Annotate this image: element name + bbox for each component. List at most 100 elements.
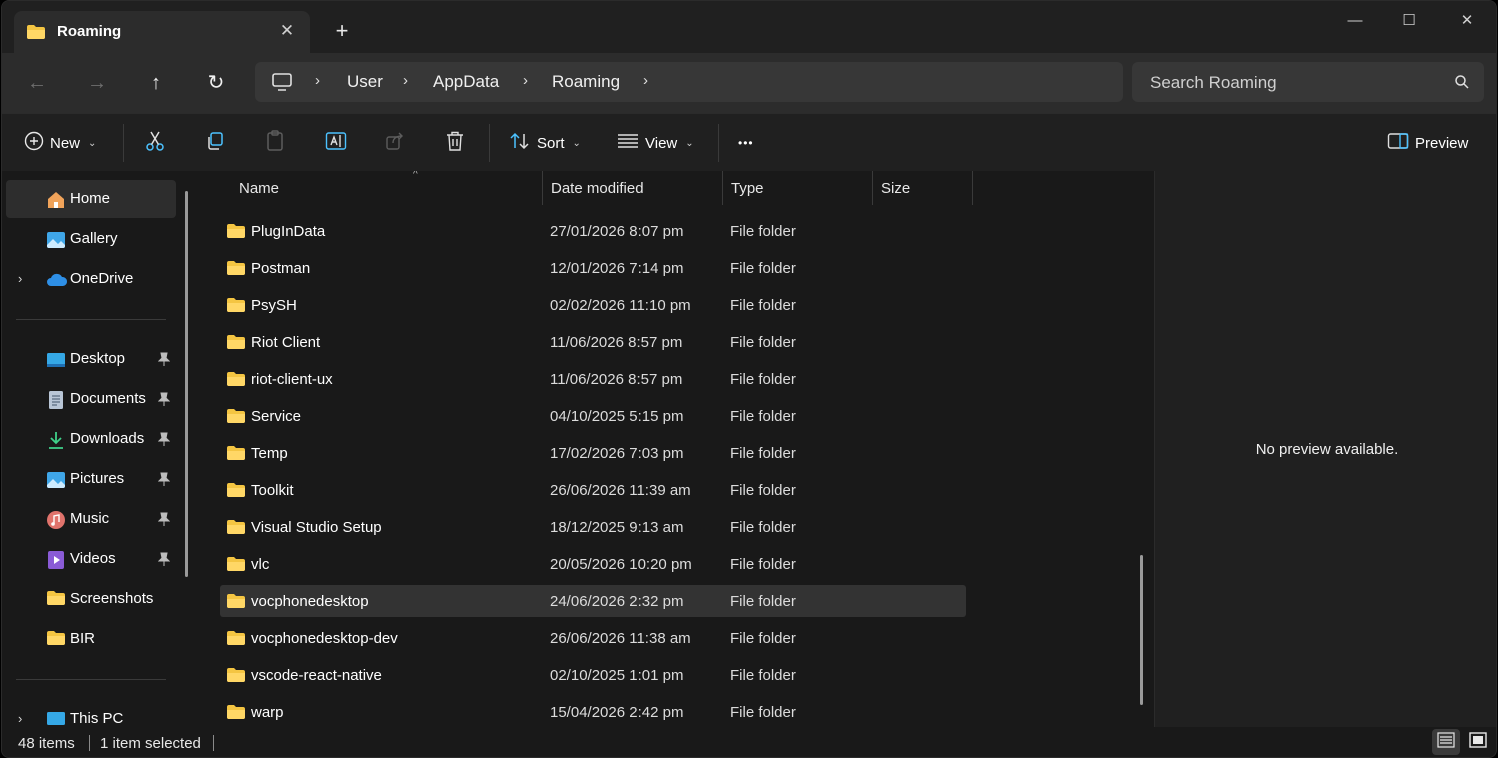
sidebar-divider (16, 319, 166, 320)
column-name-label: Name (239, 180, 280, 197)
chevron-right-icon[interactable]: › (523, 72, 528, 89)
table-row[interactable]: vocphonedesktop 24/06/2026 2:32 pm File fo… (220, 585, 966, 617)
search-icon[interactable] (1454, 74, 1470, 94)
chevron-right-icon[interactable]: › (18, 711, 22, 726)
file-date-modified: 11/06/2026 8:57 pm (550, 334, 683, 351)
sidebar-item-screenshots[interactable]: Screenshots (6, 580, 176, 618)
search-box[interactable] (1132, 62, 1484, 102)
sidebar-item-desktop[interactable]: Desktop (6, 340, 176, 378)
sidebar-item-this-pc[interactable]: › This PC (6, 700, 176, 727)
preview-pane: No preview available. (1154, 171, 1496, 727)
table-row[interactable]: PsySH 02/02/2026 11:10 pm File folder (220, 289, 966, 321)
folder-icon (226, 260, 246, 280)
table-row[interactable]: vocphonedesktop-dev 26/06/2026 11:38 am Fi… (220, 622, 966, 654)
sidebar-item-gallery[interactable]: Gallery (6, 220, 176, 258)
delete-button[interactable] (445, 130, 465, 156)
breadcrumb-user[interactable]: User (347, 72, 383, 92)
table-row[interactable]: vlc 20/05/2026 10:20 pm File folder (220, 548, 966, 580)
paste-button[interactable] (265, 130, 285, 156)
tab-title: Roaming (57, 23, 122, 40)
clipboard-icon (265, 130, 285, 156)
pin-icon[interactable] (157, 472, 171, 490)
back-button[interactable]: ← (19, 67, 55, 99)
sidebar-item-bir[interactable]: BIR (6, 620, 176, 658)
preview-pane-button[interactable]: Preview (1387, 130, 1468, 156)
file-name: riot-client-ux (251, 371, 333, 388)
column-header-date[interactable]: Date modified (543, 171, 723, 205)
chevron-right-icon[interactable]: › (643, 72, 648, 89)
rename-icon (325, 130, 347, 156)
pin-icon[interactable] (157, 392, 171, 410)
breadcrumb-roaming[interactable]: Roaming (552, 72, 620, 92)
sidebar-item-videos[interactable]: Videos (6, 540, 176, 578)
table-row[interactable]: Riot Client 11/06/2026 8:57 pm File folder (220, 326, 966, 358)
file-date-modified: 20/05/2026 10:20 pm (550, 556, 692, 573)
file-list: Name ^ Date modified Type Size PlugInDat… (200, 171, 1154, 727)
sidebar-item-home[interactable]: Home (6, 180, 176, 218)
table-row[interactable]: Toolkit 26/06/2026 11:39 am File folder (220, 474, 966, 506)
pin-icon[interactable] (157, 512, 171, 530)
minimize-button[interactable]: — (1332, 7, 1378, 35)
column-header-size[interactable]: Size (873, 171, 973, 205)
table-row[interactable]: riot-client-ux 11/06/2026 8:57 pm File fol… (220, 363, 966, 395)
refresh-button[interactable]: ↻ (198, 67, 234, 99)
column-header-name[interactable]: Name ^ (231, 171, 543, 205)
desktop-icon (46, 350, 66, 370)
sidebar-item-downloads[interactable]: Downloads (6, 420, 176, 458)
sidebar-item-pictures[interactable]: Pictures (6, 460, 176, 498)
column-header-type[interactable]: Type (723, 171, 873, 205)
chevron-right-icon[interactable]: › (18, 271, 22, 286)
up-button[interactable]: ↑ (138, 67, 174, 99)
table-row[interactable]: PlugInData 27/01/2026 8:07 pm File folder (220, 215, 966, 247)
address-bar[interactable]: › User › AppData › Roaming › (255, 62, 1123, 102)
sidebar-item-label: OneDrive (70, 270, 134, 287)
chevron-right-icon[interactable]: › (403, 72, 408, 89)
pictures-icon (46, 470, 66, 490)
tab-close-icon[interactable]: ✕ (276, 20, 298, 42)
table-row[interactable]: Service 04/10/2025 5:15 pm File folder (220, 400, 966, 432)
sidebar-item-onedrive[interactable]: › OneDrive (6, 260, 176, 298)
folder-icon (26, 24, 46, 44)
file-list-scrollbar[interactable] (1140, 555, 1143, 705)
new-tab-button[interactable]: + (330, 19, 354, 43)
breadcrumb-appdata[interactable]: AppData (433, 72, 499, 92)
cloud-icon (46, 270, 68, 290)
forward-button[interactable]: → (79, 67, 115, 99)
search-input[interactable] (1150, 73, 1430, 93)
more-options-icon[interactable]: ••• (738, 130, 754, 156)
sidebar-item-music[interactable]: Music (6, 500, 176, 538)
tab-roaming[interactable]: Roaming ✕ (14, 11, 310, 53)
file-explorer-window: Roaming ✕ + — ☐ ✕ ← → ↑ ↻ › User › AppDa… (1, 0, 1497, 758)
sidebar-scrollbar[interactable] (185, 191, 188, 577)
file-date-modified: 27/01/2026 8:07 pm (550, 223, 684, 240)
share-button[interactable] (385, 130, 405, 156)
copy-button[interactable] (205, 130, 225, 156)
chevron-right-icon[interactable]: › (315, 72, 320, 89)
table-row[interactable]: Visual Studio Setup 18/12/2025 9:13 am Fil… (220, 511, 966, 543)
close-window-button[interactable]: ✕ (1444, 7, 1490, 35)
sidebar-item-documents[interactable]: Documents (6, 380, 176, 418)
view-button[interactable]: View ⌄ (617, 130, 694, 156)
sidebar-item-label: Music (70, 510, 110, 527)
pin-icon[interactable] (157, 552, 171, 570)
rename-button[interactable] (325, 130, 347, 156)
sidebar-item-label: BIR (70, 630, 96, 647)
pc-icon (271, 72, 293, 96)
table-row[interactable]: vscode-react-native 02/10/2025 1:01 pm Fil… (220, 659, 966, 691)
new-button[interactable]: New ⌄ (24, 130, 96, 156)
sort-button[interactable]: Sort ⌄ (509, 130, 581, 156)
file-type: File folder (730, 297, 796, 314)
file-date-modified: 26/06/2026 11:38 am (550, 630, 691, 647)
details-view-button[interactable] (1432, 729, 1460, 755)
file-date-modified: 11/06/2026 8:57 pm (550, 371, 683, 388)
table-row[interactable]: warp 15/04/2026 2:42 pm File folder (220, 696, 966, 727)
folder-icon (226, 630, 246, 650)
table-row[interactable]: Temp 17/02/2026 7:03 pm File folder (220, 437, 966, 469)
file-name: vocphonedesktop-dev (251, 630, 398, 647)
maximize-button[interactable]: ☐ (1386, 7, 1432, 35)
cut-button[interactable] (145, 130, 165, 156)
table-row[interactable]: Postman 12/01/2026 7:14 pm File folder (220, 252, 966, 284)
pin-icon[interactable] (157, 432, 171, 450)
pin-icon[interactable] (157, 352, 171, 370)
large-icons-view-button[interactable] (1464, 729, 1492, 755)
